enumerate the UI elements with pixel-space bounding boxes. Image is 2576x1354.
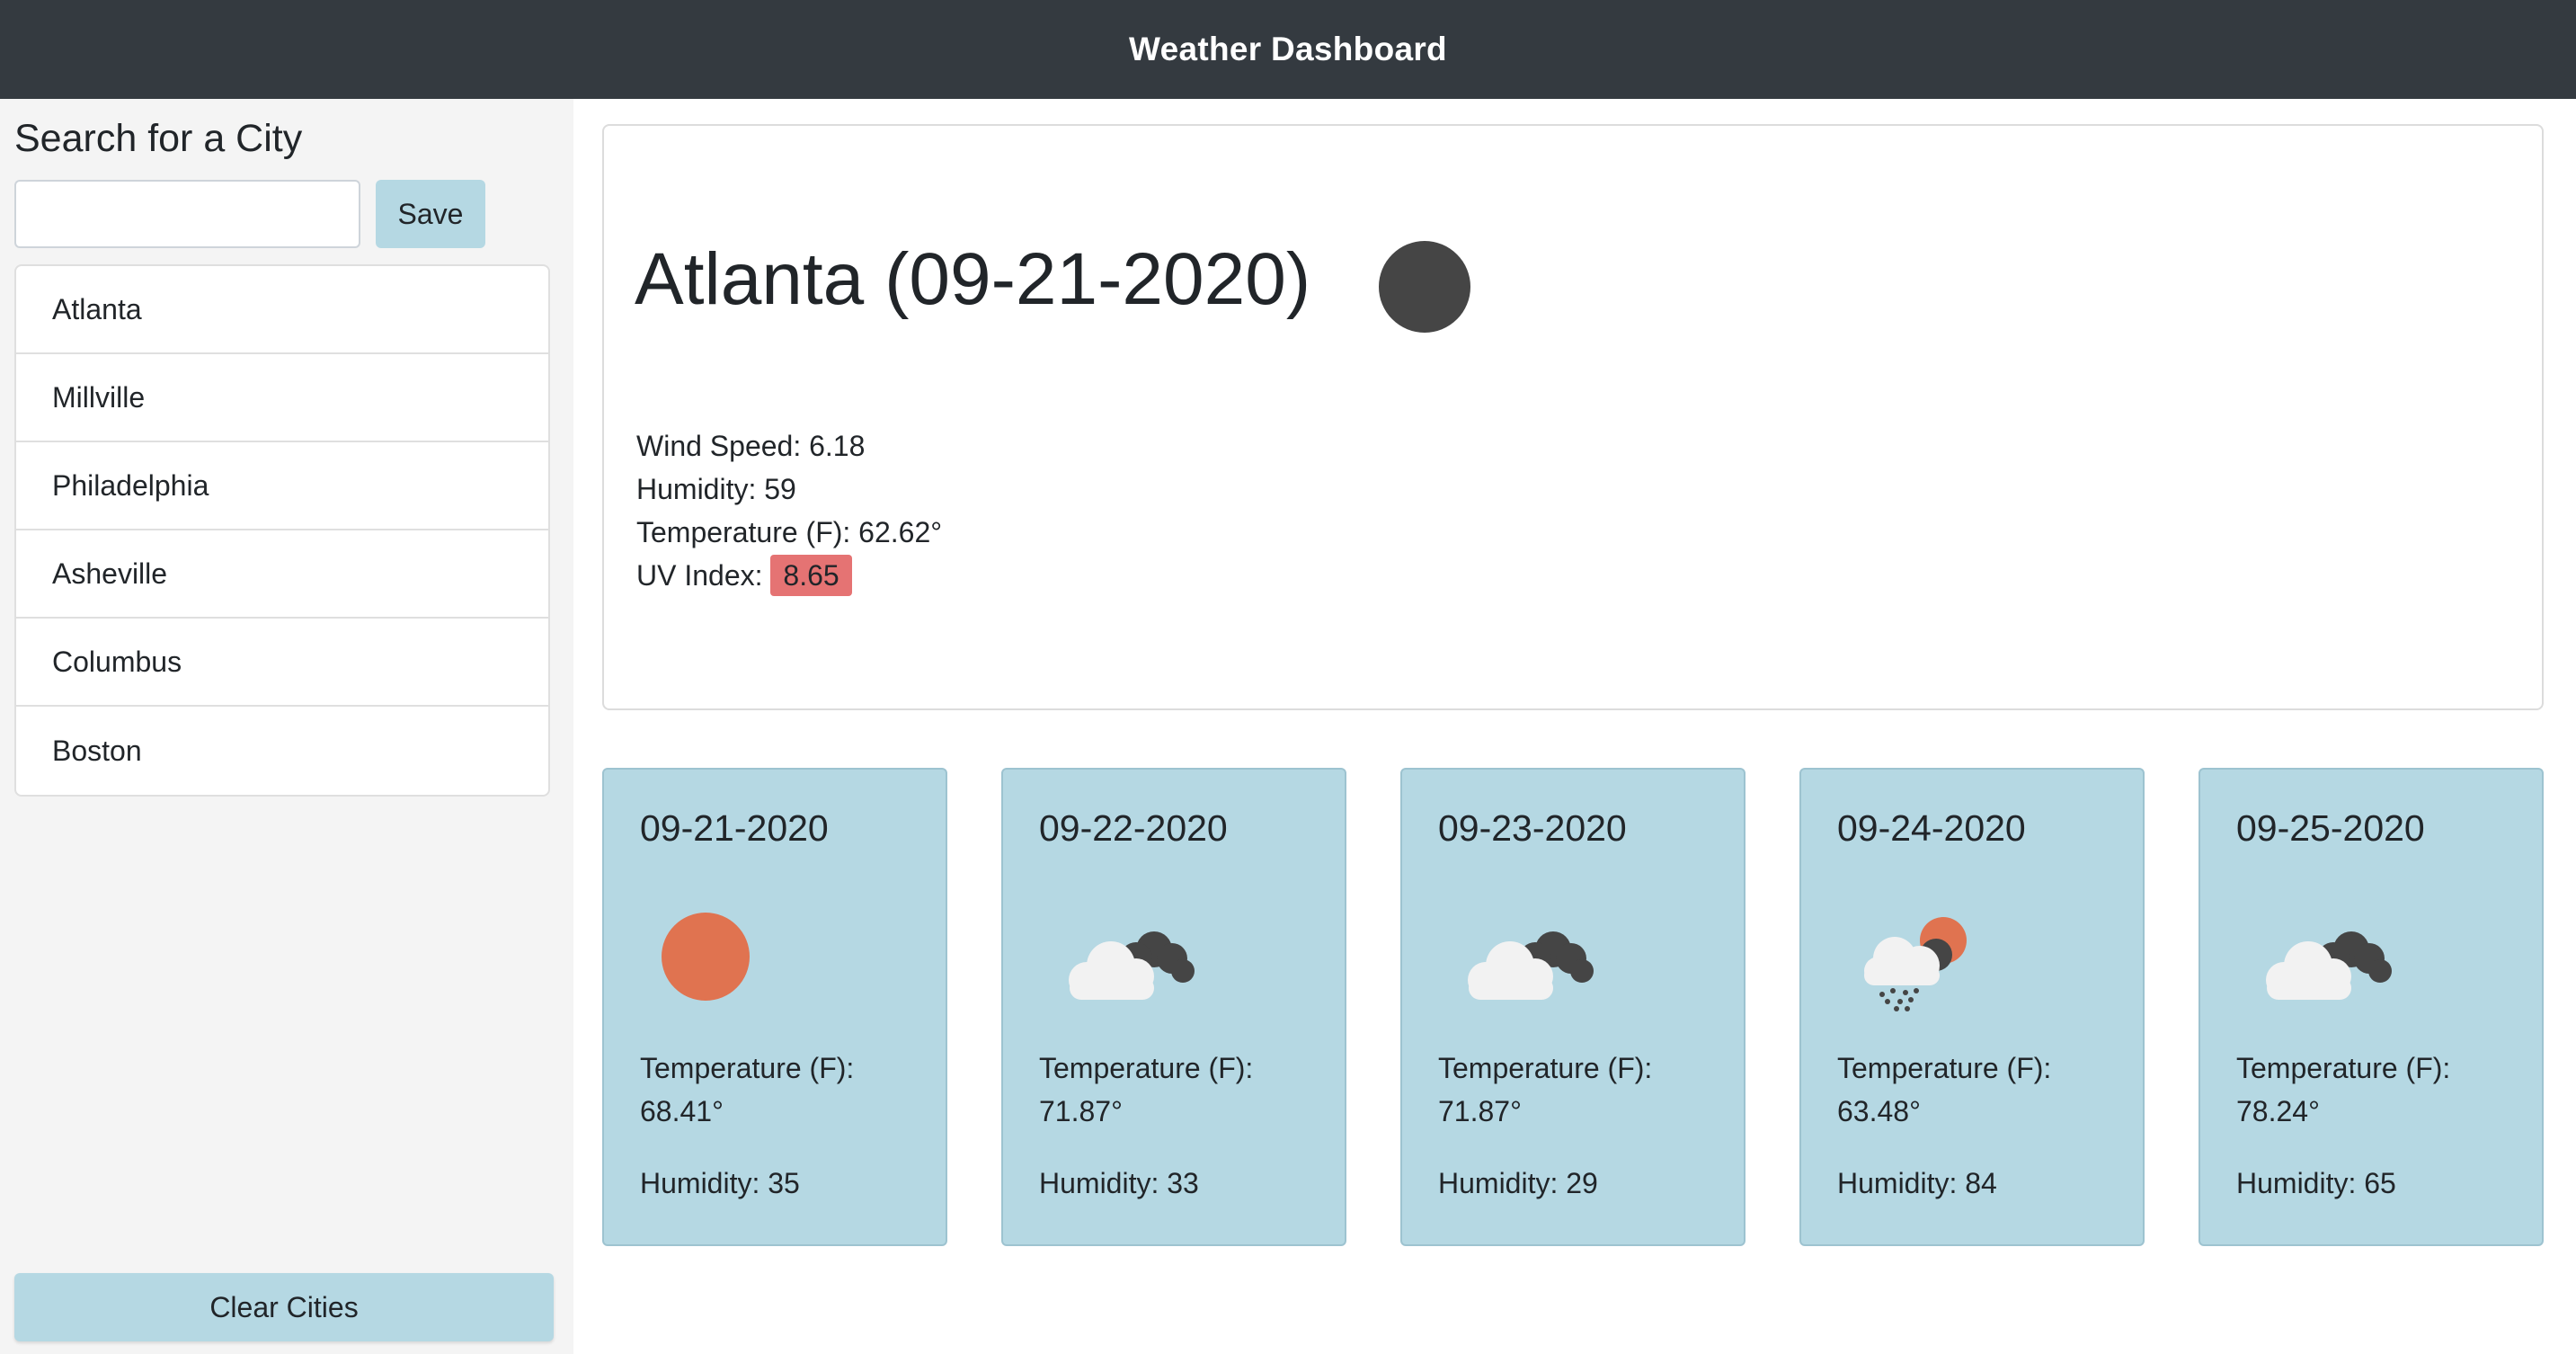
forecast-temperature-value: 63.48° bbox=[1837, 1095, 1921, 1127]
search-heading: Search for a City bbox=[14, 117, 303, 160]
humidity-label: Humidity: bbox=[636, 473, 757, 505]
forecast-humidity: Humidity: 65 bbox=[2236, 1167, 2396, 1199]
forecast-date: 09-25-2020 bbox=[2236, 807, 2425, 849]
current-weather-card: Atlanta (09-21-2020) Wind Speed: 6.18 Hu… bbox=[602, 124, 2544, 710]
top-bar: Weather Dashboard bbox=[0, 0, 2576, 99]
temperature-value: 62.62° bbox=[858, 516, 943, 548]
forecast-temperature-value: 68.41° bbox=[640, 1095, 724, 1127]
city-item-asheville[interactable]: Asheville bbox=[16, 530, 548, 619]
wind-speed-label: Wind Speed: bbox=[636, 430, 802, 462]
humidity-row: Humidity: 59 bbox=[636, 468, 942, 511]
forecast-temperature-value: 71.87° bbox=[1438, 1095, 1522, 1127]
forecast-temperature-label: Temperature (F): bbox=[2236, 1052, 2451, 1084]
forecast-card: 09-23-2020 Temperature (F): 71.87° Humid… bbox=[1400, 768, 1745, 1246]
humidity-value: 59 bbox=[764, 473, 796, 505]
cloudy-icon bbox=[2266, 931, 2392, 1000]
forecast-card: 09-21-2020 Temperature (F): 68.41° Humid… bbox=[602, 768, 947, 1246]
clear-cities-button[interactable]: Clear Cities bbox=[14, 1273, 554, 1341]
wind-speed-row: Wind Speed: 6.18 bbox=[636, 424, 942, 468]
cloudy-icon bbox=[1069, 931, 1195, 1000]
forecast-temperature-label: Temperature (F): bbox=[1837, 1052, 2052, 1084]
sun-icon bbox=[662, 913, 750, 1001]
forecast-card: 09-25-2020 Temperature (F): 78.24° Humid… bbox=[2198, 768, 2544, 1246]
city-item-philadelphia[interactable]: Philadelphia bbox=[16, 442, 548, 530]
city-item-columbus[interactable]: Columbus bbox=[16, 619, 548, 707]
forecast-temperature-label: Temperature (F): bbox=[640, 1052, 855, 1084]
forecast-temperature-value: 78.24° bbox=[2236, 1095, 2320, 1127]
forecast-date: 09-21-2020 bbox=[640, 807, 829, 849]
save-button[interactable]: Save bbox=[376, 180, 485, 248]
page-title: Weather Dashboard bbox=[1129, 31, 1447, 67]
city-list: Atlanta Millville Philadelphia Asheville… bbox=[14, 264, 550, 797]
cloudy-icon bbox=[1468, 931, 1594, 1000]
current-stats: Wind Speed: 6.18 Humidity: 59 Temperatur… bbox=[636, 424, 942, 597]
forecast-humidity: Humidity: 35 bbox=[640, 1167, 800, 1199]
forecast-temperature-label: Temperature (F): bbox=[1438, 1052, 1653, 1084]
forecast-date: 09-22-2020 bbox=[1039, 807, 1228, 849]
forecast-humidity: Humidity: 29 bbox=[1438, 1167, 1598, 1199]
sidebar: Search for a City Save Atlanta Millville… bbox=[0, 99, 573, 1354]
forecast-date: 09-23-2020 bbox=[1438, 807, 1627, 849]
city-item-atlanta[interactable]: Atlanta bbox=[16, 266, 548, 354]
forecast-humidity: Humidity: 33 bbox=[1039, 1167, 1199, 1199]
forecast-temperature-value: 71.87° bbox=[1039, 1095, 1123, 1127]
rain-sun-icon bbox=[1864, 917, 1967, 1011]
temperature-row: Temperature (F): 62.62° bbox=[636, 511, 942, 554]
forecast-card: 09-24-2020 Temperature (F): 63.48° Humid… bbox=[1799, 768, 2145, 1246]
forecast-humidity: Humidity: 84 bbox=[1837, 1167, 1997, 1199]
forecast-card: 09-22-2020 Temperature (F): 71.87° Humid… bbox=[1001, 768, 1346, 1246]
uv-index-badge: 8.65 bbox=[770, 555, 852, 596]
moon-icon bbox=[1379, 241, 1470, 333]
temperature-label: Temperature (F): bbox=[636, 516, 851, 548]
wind-speed-value: 6.18 bbox=[809, 430, 866, 462]
city-item-millville[interactable]: Millville bbox=[16, 354, 548, 442]
forecast-date: 09-24-2020 bbox=[1837, 807, 2026, 849]
forecast-temperature-label: Temperature (F): bbox=[1039, 1052, 1254, 1084]
city-search-input[interactable] bbox=[14, 180, 360, 248]
current-city-title: Atlanta (09-21-2020) bbox=[635, 238, 1311, 320]
city-item-boston[interactable]: Boston bbox=[16, 707, 548, 795]
uv-index-row: UV Index: 8.65 bbox=[636, 554, 942, 597]
uv-index-label: UV Index: bbox=[636, 559, 763, 592]
